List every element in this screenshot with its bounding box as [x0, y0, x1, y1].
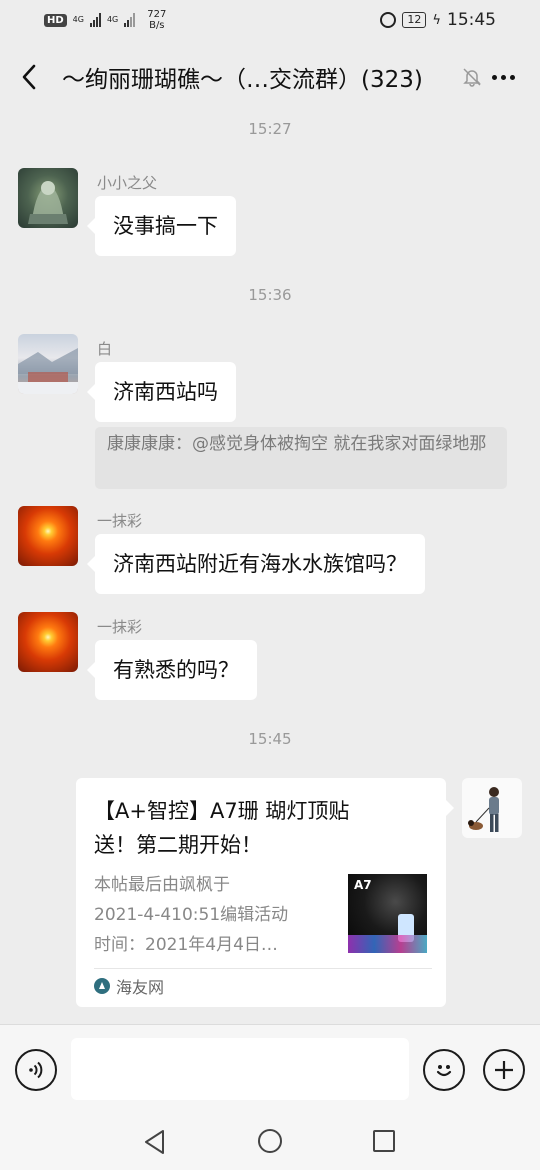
speed-readout: 727 B/s: [147, 9, 166, 31]
charging-icon: ϟ: [432, 12, 441, 28]
person-with-dog-icon: [468, 787, 499, 832]
card-desc-line2: 2021-4-410:51编辑活动: [94, 905, 289, 925]
emoji-button[interactable]: [423, 1049, 465, 1091]
status-right: 12 ϟ 15:45: [380, 10, 496, 30]
plus-button[interactable]: [483, 1049, 525, 1091]
speed-unit: B/s: [149, 20, 165, 31]
timestamp: 15:36: [248, 286, 292, 304]
more-dots-icon: [492, 74, 497, 80]
more-dot: [510, 74, 515, 80]
system-home-icon[interactable]: [258, 1129, 282, 1153]
sender-name: 一抹彩: [97, 618, 143, 636]
avatar[interactable]: [18, 506, 78, 566]
voice-button[interactable]: [15, 1049, 57, 1091]
card-desc-line3: 时间：2021年4月4日…: [94, 935, 278, 955]
coral-strip: [348, 935, 427, 953]
card-source: 海友网: [94, 974, 164, 998]
timestamp: 15:45: [248, 730, 292, 748]
avatar[interactable]: [18, 168, 78, 228]
input-bar: [0, 1024, 540, 1170]
system-navigation: [0, 1125, 540, 1165]
voice-icon: [29, 1061, 43, 1079]
chat-header: ～绚丽珊瑚礁～（…交流群）(323): [0, 40, 540, 114]
message-bubble[interactable]: 有熟悉的吗？: [87, 640, 257, 700]
chat-title: ～绚丽珊瑚礁～（…交流群）(323): [62, 67, 423, 93]
message-input[interactable]: [71, 1038, 409, 1100]
plus-icon: [495, 1061, 513, 1079]
more-button[interactable]: [492, 74, 515, 80]
system-back-icon[interactable]: [143, 1129, 167, 1155]
system-recent-icon[interactable]: [373, 1130, 395, 1152]
timestamp: 15:27: [248, 120, 292, 138]
message-bubble[interactable]: 济南西站附近有海水水族馆吗？: [87, 534, 425, 594]
more-dot: [501, 74, 506, 80]
card-body: 本帖最后由飒枫于 2021-4-410:51编辑活动 时间：2021年4月4日……: [94, 870, 428, 960]
sender-name: 白: [97, 340, 113, 358]
hd-badge: HD: [44, 13, 67, 27]
avatar[interactable]: [18, 612, 78, 672]
sender-name: 一抹彩: [97, 512, 143, 530]
network-label-2: 4G: [106, 15, 119, 24]
signal-icon: [89, 13, 101, 27]
alarm-icon: [380, 12, 397, 28]
avatar[interactable]: [18, 334, 78, 394]
emoji-icon: [436, 1065, 452, 1077]
my-avatar[interactable]: [462, 778, 522, 838]
chevron-left-icon: [22, 64, 36, 90]
card-desc-line1: 本帖最后由飒枫于: [94, 875, 230, 895]
card-description: 本帖最后由飒枫于 2021-4-410:51编辑活动 时间：2021年4月4日…: [94, 870, 324, 960]
speed-value: 727: [147, 9, 167, 20]
thumb-label: A7: [354, 878, 372, 892]
avatar-figure-icon: [28, 181, 68, 224]
card-title-line1: 【A+智控】A7珊 瑚灯顶贴: [94, 799, 350, 823]
status-time: 15:45: [447, 10, 496, 30]
link-card[interactable]: 【A+智控】A7珊 瑚灯顶贴 送！第二期开始！ 本帖最后由飒枫于 2021-4-…: [76, 778, 454, 1007]
avatar-snow-icon: [18, 348, 78, 394]
card-source-name: 海友网: [116, 978, 165, 997]
message-bubble[interactable]: 没事搞一下: [87, 196, 236, 256]
sender-name: 小小之父: [97, 174, 158, 192]
source-logo-icon: [94, 978, 110, 994]
network-label-1: 4G: [72, 15, 84, 24]
card-divider: [94, 968, 432, 969]
status-left: HD 4G 4G 727 B/s: [44, 9, 166, 31]
card-title-line2: 送！第二期开始！: [94, 833, 262, 857]
message-bubble[interactable]: 济南西站吗: [87, 362, 236, 422]
card-thumbnail: A7: [348, 874, 427, 953]
battery-icon: 12: [402, 12, 427, 28]
back-button[interactable]: [0, 40, 58, 114]
quoted-message[interactable]: 康康康康：@感觉身体被掏空 就在我家对面绿地那: [95, 427, 507, 489]
signal-icon-2: [124, 13, 136, 27]
bell-off-icon: [463, 68, 481, 87]
status-bar: HD 4G 4G 727 B/s 12 ϟ 15:45: [0, 0, 540, 40]
